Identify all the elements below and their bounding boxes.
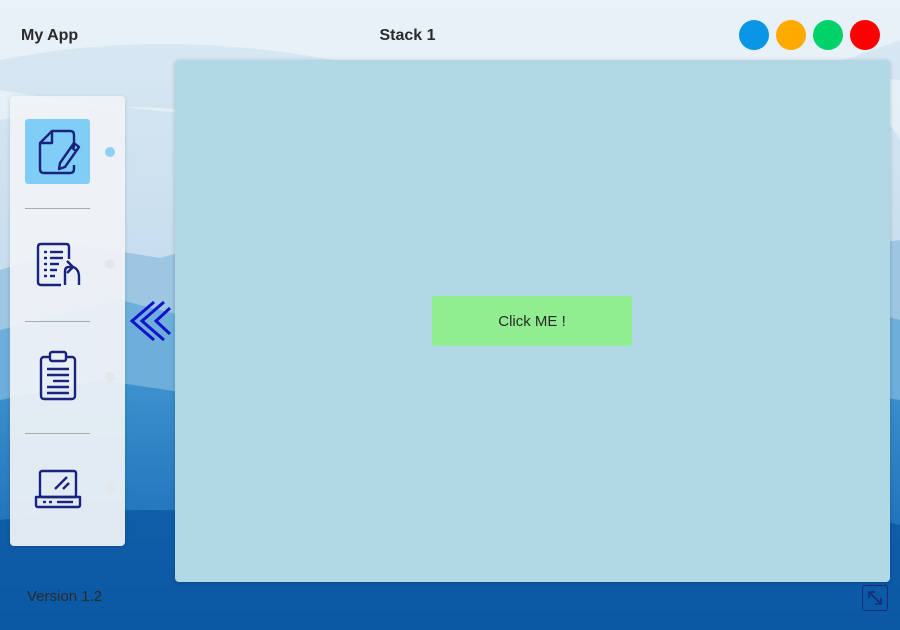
window-control-red[interactable]: [850, 20, 880, 50]
resize-button[interactable]: [862, 585, 888, 611]
sidebar: [10, 96, 125, 546]
sidebar-indicator-3: [105, 372, 115, 382]
main-content-panel: Click ME !: [175, 60, 890, 582]
window-control-blue[interactable]: [739, 20, 769, 50]
version-label: Version 1.2: [27, 588, 103, 605]
document-upload-icon: [36, 242, 80, 286]
sidebar-divider: [25, 321, 90, 322]
sidebar-item-document-edit[interactable]: [25, 119, 90, 184]
sidebar-indicator-2: [105, 259, 115, 269]
stack-title: Stack 1: [379, 27, 436, 44]
double-chevron-left-icon: [129, 300, 172, 342]
clipboard-icon: [39, 350, 76, 400]
window-control-green[interactable]: [813, 20, 843, 50]
sidebar-indicator-1: [105, 147, 115, 157]
sidebar-item-document-upload[interactable]: [25, 231, 90, 296]
window-control-orange[interactable]: [776, 20, 806, 50]
expand-diagonal-icon: [868, 591, 882, 605]
laptop-icon: [34, 469, 81, 508]
window-controls: [739, 20, 880, 50]
collapse-sidebar-button[interactable]: [126, 298, 172, 344]
sidebar-indicator-4: [105, 484, 115, 494]
sidebar-item-clipboard[interactable]: [25, 343, 90, 408]
sidebar-divider: [25, 433, 90, 434]
click-me-button[interactable]: Click ME !: [432, 296, 632, 346]
document-edit-icon: [38, 129, 80, 174]
sidebar-item-laptop[interactable]: [25, 456, 90, 521]
sidebar-divider: [25, 208, 90, 209]
